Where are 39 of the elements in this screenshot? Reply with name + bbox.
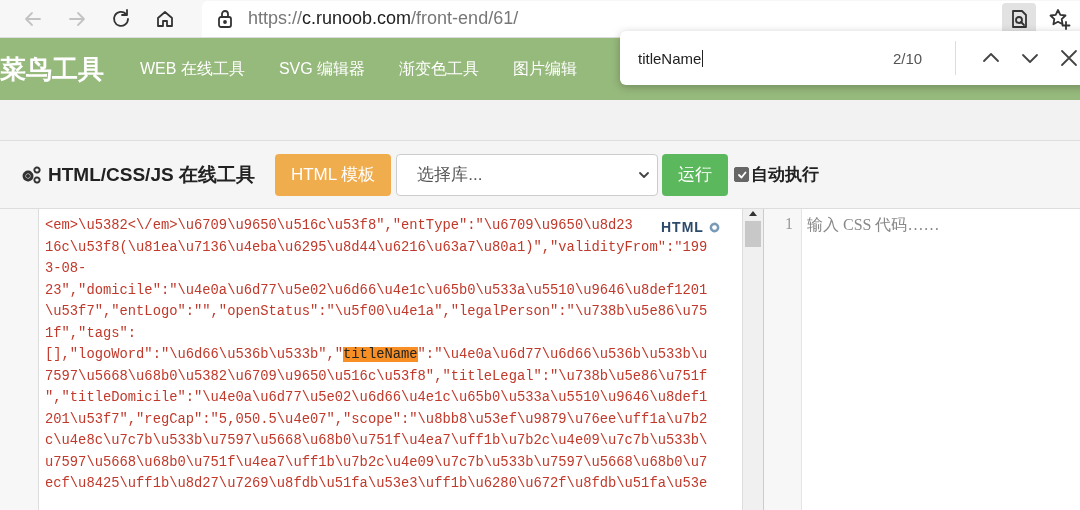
code-line: ","titleDomicile":"\u4e0a\u6d77\u5e02\u6d66\u4e1c\u65b0\u533a\u5510\u9646\u8def1	[45, 389, 708, 407]
checkbox-label: 自动执行	[751, 164, 820, 186]
lock-icon[interactable]	[216, 8, 234, 29]
site-logo[interactable]: 菜鸟工具	[0, 51, 104, 87]
code-line: u7597\u5668\u68b0\u751f\u4ea7\uff1b\u7b2c\u4e09\u7c7b\u533b\u7597\u5668\u68b0\u7	[45, 453, 708, 472]
close-icon[interactable]	[1058, 47, 1080, 69]
scroll-thumb[interactable]	[745, 221, 761, 247]
nav-link[interactable]: 图片编辑	[513, 58, 578, 80]
tool-title: HTML/CSS/JS 在线工具	[48, 162, 255, 187]
check-icon	[736, 169, 747, 180]
code-line: 1f","tags":	[45, 324, 137, 343]
match-count: 2/10	[893, 49, 924, 67]
library-select[interactable]: 选择库...	[396, 153, 659, 196]
code-line: 23","domicile":"\u4e0a\u6d77\u5e02\u6d66\u4e1c\u65b0\u533a\u5510\u9646\u8def1201	[45, 281, 708, 300]
line-number: 1	[784, 215, 793, 233]
code-line: 7597\u5668\u68b0\u5382\u6709\u9650\u516c\u53f8","titleLegal":"\u738b\u5e86\u751f	[45, 367, 708, 386]
checkbox[interactable]	[734, 167, 750, 182]
scrollbar[interactable]	[742, 209, 764, 510]
favorite-icon[interactable]	[1048, 6, 1072, 31]
find-field[interactable]: titleName	[638, 49, 893, 67]
code-line: 16c\u53f8(\u81ea\u7136\u4eba\u6295\u8d44\u6216\u63a7\u80a1)","validityFrom":"199	[45, 238, 708, 257]
code-line: [],"logoWord":"\u6d66\u536b\u533b","titleName":"\u4e0a\u6d77\u6d66\u536b\u533b\u	[45, 346, 708, 364]
nav-link[interactable]: WEB 在线工具	[140, 58, 245, 80]
nav-link[interactable]: 渐变色工具	[399, 58, 480, 80]
template-button[interactable]: HTML 模板	[274, 153, 392, 196]
address-text[interactable]: https://c.runoob.com/front-end/61/	[248, 8, 519, 29]
code-line: <em>\u5382<\/em>\u6709\u9650\u516c\u53f8","entType":"\u6709\u9650\u8d23	[45, 217, 633, 235]
code-line: ecf\u8425\uff1b\u8d27\u7269\u8fdb\u51fa\u53e3\uff1b\u6280\u672f\u8fdb\u51fa\u53e	[45, 475, 708, 493]
code-line: c\u4e8c\u7c7b\u533b\u7597\u5668\u68b0\u751f\u4ea7\uff1b\u7b2c\u4e09\u7c7b\u533b\	[45, 432, 708, 450]
settings-icon[interactable]	[707, 221, 721, 235]
run-button[interactable]: 运行	[662, 153, 729, 196]
gears-icon	[20, 164, 42, 185]
reload-icon[interactable]	[110, 7, 132, 30]
css-code-field[interactable]: 输入 CSS 代码……	[802, 209, 1080, 510]
page-icon	[1009, 7, 1029, 30]
nav-link[interactable]: SVG 编辑器	[278, 58, 366, 80]
code-line: 201\u53f7","regCap":"5,050.5\u4e07","scope":"\u8bb8\u53ef\u9879\u76ee\uff1a\u7b2	[45, 410, 708, 429]
code-line: \u53f7","entLogo":"","openStatus":"\u5f00\u4e1a","legalPerson":"\u738b\u5e86\u75	[45, 303, 708, 321]
code-line: 3-08-	[45, 260, 87, 278]
